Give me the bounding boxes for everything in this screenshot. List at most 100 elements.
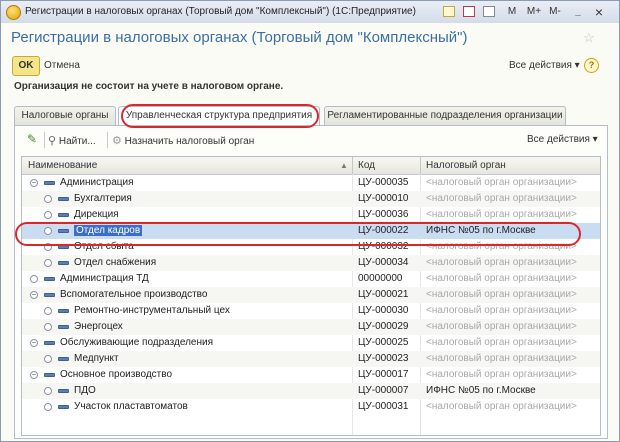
cell-name: Администрация ТД <box>60 273 149 284</box>
sort-asc-icon[interactable]: ▲ <box>340 161 348 170</box>
cell-code: ЦУ-000029 <box>358 321 409 332</box>
titlebar-buttons: M M+ M- _ × <box>443 4 613 20</box>
help-icon[interactable]: ? <box>584 58 599 73</box>
command-bar: OK Отмена Все действия ▾ ? <box>1 53 619 77</box>
table-row[interactable]: ПДО ЦУ-000007 ИФНС №05 по г.Москве <box>22 383 600 399</box>
cell-tax-authority: <налоговый орган организации> <box>426 273 577 284</box>
grid-all-actions-menu[interactable]: Все действия ▾ <box>527 134 598 145</box>
cell-code: ЦУ-000010 <box>358 193 409 204</box>
leaf-node-icon <box>44 403 52 411</box>
cell-tax-authority: <налоговый орган организации> <box>426 241 577 252</box>
cell-tax-authority: <налоговый орган организации> <box>426 257 577 268</box>
department-icon <box>58 357 69 361</box>
cell-tax-authority: <налоговый орган организации> <box>426 177 577 188</box>
collapse-icon[interactable]: − <box>30 339 38 347</box>
department-icon <box>44 181 55 185</box>
cell-name: Вспомогательное производство <box>60 289 208 300</box>
cancel-button[interactable]: Отмена <box>44 60 80 71</box>
leaf-node-icon <box>44 387 52 395</box>
cell-code: ЦУ-000007 <box>358 385 409 396</box>
table-row[interactable]: Отдел сбыта ЦУ-000032 <налоговый орган орг… <box>22 239 600 255</box>
table-row[interactable]: − Вспомогательное производство ЦУ-000021 <н… <box>22 287 600 303</box>
column-header-name[interactable]: Наименование <box>28 160 97 171</box>
tab-management-structure[interactable]: Управленческая структура предприятия <box>118 106 320 126</box>
table-row[interactable]: Энергоцех ЦУ-000029 <налоговый орган орган… <box>22 319 600 335</box>
table-row[interactable]: Отдел кадров ЦУ-000022 ИФНС №05 по г.Москв… <box>22 223 600 239</box>
cell-code: ЦУ-000025 <box>358 337 409 348</box>
cell-code: 00000000 <box>358 273 403 284</box>
table-row[interactable]: − Администрация ЦУ-000035 <налоговый орган … <box>22 175 600 191</box>
assign-icon: ⚙ <box>112 135 122 147</box>
memory-button[interactable]: M <box>505 4 519 20</box>
cell-name: Медпункт <box>74 353 119 364</box>
table-row[interactable]: Медпункт ЦУ-000023 <налоговый орган органи… <box>22 351 600 367</box>
minimize-button[interactable]: _ <box>571 4 585 20</box>
toolbar-divider <box>44 132 45 148</box>
department-icon <box>58 261 69 265</box>
collapse-icon[interactable]: − <box>30 371 38 379</box>
all-actions-menu[interactable]: Все действия ▾ <box>509 60 580 71</box>
cell-tax-authority: <налоговый орган организации> <box>426 305 577 316</box>
cell-name: Участок пластавтоматов <box>74 401 188 412</box>
cell-code: ЦУ-000034 <box>358 257 409 268</box>
leaf-node-icon <box>44 195 52 203</box>
ok-button[interactable]: OK <box>12 56 40 76</box>
cell-code: ЦУ-000035 <box>358 177 409 188</box>
cell-code: ЦУ-000036 <box>358 209 409 220</box>
cell-code: ЦУ-000030 <box>358 305 409 316</box>
table-row[interactable]: Дирекция ЦУ-000036 <налоговый орган органи… <box>22 207 600 223</box>
cell-tax-authority: <налоговый орган организации> <box>426 401 577 412</box>
memory-plus-button[interactable]: M+ <box>525 4 543 20</box>
cell-name: Основное производство <box>60 369 173 380</box>
calculator-icon[interactable] <box>483 4 497 20</box>
form-header: Регистрации в налоговых органах (Торговы… <box>1 23 619 53</box>
assign-label: Назначить налоговый орган <box>124 136 255 147</box>
table-row[interactable]: Бухгалтерия ЦУ-000010 <налоговый орган орг… <box>22 191 600 207</box>
department-icon <box>44 277 55 281</box>
cell-code: ЦУ-000017 <box>358 369 409 380</box>
table-row[interactable]: Ремонтно-инструментальный цех ЦУ-000030 <н… <box>22 303 600 319</box>
cell-code: ЦУ-000023 <box>358 353 409 364</box>
cell-name: ПДО <box>74 385 96 396</box>
tab-regulated-divisions[interactable]: Регламентированные подразделения организ… <box>324 106 566 125</box>
table-row[interactable]: − Обслуживающие подразделения ЦУ-000025 <на… <box>22 335 600 351</box>
department-icon <box>58 245 69 249</box>
memory-minus-button[interactable]: M- <box>547 4 563 20</box>
tab-tax-authorities[interactable]: Налоговые органы <box>14 106 116 125</box>
window-title: Регистрации в налоговых органах (Торговы… <box>25 6 416 17</box>
collapse-icon[interactable]: − <box>30 291 38 299</box>
find-button[interactable]: ⚲ Найти... <box>48 134 96 147</box>
department-icon <box>58 197 69 201</box>
search-icon: ⚲ <box>48 135 57 147</box>
leaf-node-icon <box>44 355 52 363</box>
table-row[interactable]: − Основное производство ЦУ-000017 <налоговы… <box>22 367 600 383</box>
registration-status-text: Организация не состоит на учете в налого… <box>14 81 284 92</box>
cell-tax-authority: <налоговый орган организации> <box>426 321 577 332</box>
department-icon <box>58 405 69 409</box>
table-row[interactable]: Отдел снабжения ЦУ-000034 <налоговый орган… <box>22 255 600 271</box>
cell-tax-authority: <налоговый орган организации> <box>426 209 577 220</box>
close-button[interactable]: × <box>591 4 607 20</box>
calendar-icon[interactable] <box>463 4 477 20</box>
column-header-tax-authority[interactable]: Налоговый орган <box>426 160 506 171</box>
table-row[interactable]: Администрация ТД 00000000 <налоговый орган… <box>22 271 600 287</box>
structure-tree-grid: Наименование ▲ Код Налоговый орган − Адми… <box>21 156 601 436</box>
column-header-code[interactable]: Код <box>358 160 375 171</box>
star-icon[interactable]: ☆ <box>583 30 595 46</box>
toolbar-divider <box>107 132 108 148</box>
collapse-icon[interactable]: − <box>30 179 38 187</box>
assign-tax-authority-button[interactable]: ⚙ Назначить налоговый орган <box>112 134 254 147</box>
column-divider[interactable] <box>352 157 353 174</box>
favorites-icon[interactable] <box>443 4 457 20</box>
cell-tax-authority: ИФНС №05 по г.Москве <box>426 225 536 236</box>
edit-pencil-icon[interactable]: ✎ <box>27 133 39 145</box>
leaf-node-icon <box>44 243 52 251</box>
column-divider[interactable] <box>420 157 421 174</box>
grid-toolbar: ✎ ⚲ Найти... ⚙ Назначить налоговый орган… <box>15 126 607 154</box>
cell-name: Обслуживающие подразделения <box>60 337 213 348</box>
department-icon <box>58 325 69 329</box>
table-row[interactable]: Участок пластавтоматов ЦУ-000031 <налоговы… <box>22 399 600 415</box>
cell-name: Ремонтно-инструментальный цех <box>74 305 230 316</box>
cell-tax-authority: <налоговый орган организации> <box>426 337 577 348</box>
app-logo-icon <box>6 5 21 20</box>
